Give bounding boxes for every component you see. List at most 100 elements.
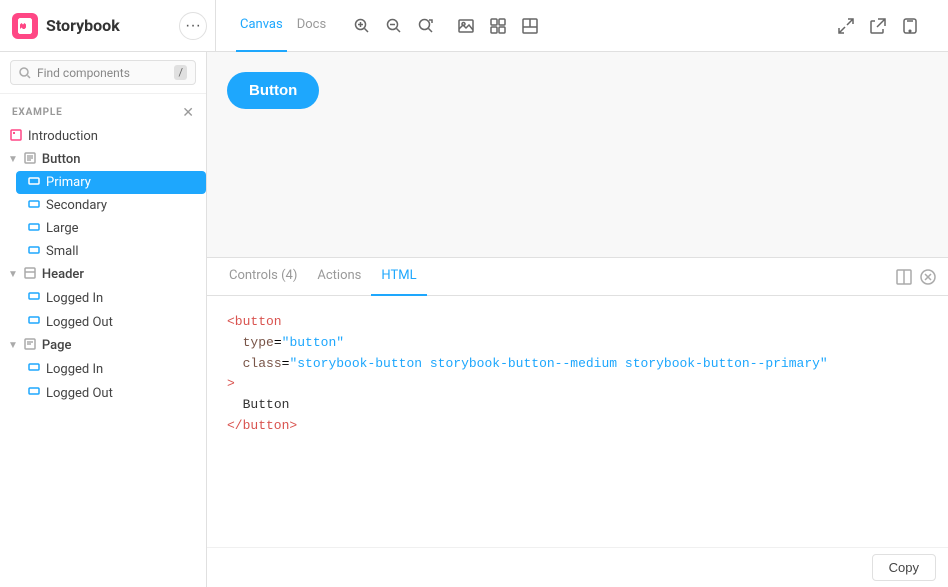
code-line-3: class="storybook-button storybook-button… bbox=[227, 354, 928, 375]
small-story-icon bbox=[28, 244, 40, 259]
sidebar-item-button-primary[interactable]: Primary bbox=[16, 171, 206, 194]
button-children: Primary Secondary Large bbox=[0, 171, 206, 263]
secondary-story-icon bbox=[28, 198, 40, 213]
main-layout: Find components / EXAMPLE ✕ Introduction… bbox=[0, 52, 948, 587]
preview-button[interactable]: Button bbox=[227, 72, 319, 109]
header-group-chevron: ▼ bbox=[8, 269, 18, 280]
logo-area: Storybook ··· bbox=[12, 12, 207, 40]
sidebar-tree: Introduction ▼ Button Primary bbox=[0, 125, 206, 587]
toolbar-right bbox=[832, 12, 924, 40]
large-label: Large bbox=[46, 221, 79, 236]
tab-docs[interactable]: Docs bbox=[293, 0, 330, 52]
page-logged-out-label: Logged Out bbox=[46, 386, 113, 401]
page-logged-out-icon bbox=[28, 385, 40, 401]
code-line-1: <button bbox=[227, 312, 928, 333]
search-bar: Find components / bbox=[0, 52, 206, 94]
app-title: Storybook bbox=[46, 16, 120, 35]
search-icon bbox=[19, 67, 31, 79]
button-group-chevron: ▼ bbox=[8, 154, 18, 165]
introduction-icon bbox=[10, 129, 22, 144]
sidebar-item-button-small[interactable]: Small bbox=[16, 240, 206, 263]
section-close-button[interactable]: ✕ bbox=[182, 104, 194, 121]
code-line-5: Button bbox=[227, 395, 928, 416]
expand-icon[interactable] bbox=[832, 12, 860, 40]
tab-actions[interactable]: Actions bbox=[307, 258, 371, 296]
page-group-chevron: ▼ bbox=[8, 340, 18, 351]
page-logged-in-label: Logged In bbox=[46, 362, 103, 377]
content-area: Button Controls (4) Actions HTML bbox=[207, 52, 948, 587]
more-button[interactable]: ··· bbox=[179, 12, 207, 40]
code-attr-type: type bbox=[243, 335, 274, 350]
header-group-icon bbox=[24, 267, 36, 282]
small-label: Small bbox=[46, 244, 79, 259]
panel-view-icon[interactable] bbox=[516, 12, 544, 40]
sidebar-divider bbox=[215, 0, 216, 52]
zoom-out-icon[interactable] bbox=[380, 12, 408, 40]
code-attr-class: class bbox=[243, 356, 282, 371]
code-val-type: "button" bbox=[282, 335, 344, 350]
sidebar-item-header-logged-in[interactable]: Logged In bbox=[16, 286, 206, 310]
header-logged-in-icon bbox=[28, 290, 40, 306]
search-slash: / bbox=[174, 65, 187, 80]
search-placeholder: Find components bbox=[37, 66, 130, 80]
button-group-label: Button bbox=[42, 152, 81, 167]
secondary-label: Secondary bbox=[46, 198, 107, 213]
image-view-icon[interactable] bbox=[452, 12, 480, 40]
grid-view-icon[interactable] bbox=[484, 12, 512, 40]
panel-split-icon[interactable] bbox=[896, 269, 912, 285]
page-logged-in-icon bbox=[28, 361, 40, 377]
page-group-icon bbox=[24, 338, 36, 353]
header-children: Logged In Logged Out bbox=[0, 286, 206, 334]
sidebar-item-header-group[interactable]: ▼ Header bbox=[0, 263, 206, 286]
tab-html[interactable]: HTML bbox=[371, 258, 426, 296]
zoom-in-icon[interactable] bbox=[348, 12, 376, 40]
sidebar-item-header-logged-out[interactable]: Logged Out bbox=[16, 310, 206, 334]
logo-icon bbox=[12, 13, 38, 39]
page-group-label: Page bbox=[42, 338, 72, 353]
code-tag-close: </button> bbox=[227, 418, 297, 433]
sidebar-item-introduction[interactable]: Introduction bbox=[0, 125, 206, 148]
large-story-icon bbox=[28, 221, 40, 236]
sidebar-item-page-logged-in[interactable]: Logged In bbox=[16, 357, 206, 381]
sidebar-item-button-large[interactable]: Large bbox=[16, 217, 206, 240]
code-line-6: </button> bbox=[227, 416, 928, 437]
primary-label: Primary bbox=[46, 175, 91, 190]
code-line-2: type="button" bbox=[227, 333, 928, 354]
section-label: EXAMPLE bbox=[12, 107, 63, 118]
top-bar: Storybook ··· Canvas Docs bbox=[0, 0, 948, 52]
code-val-class: "storybook-button storybook-button--medi… bbox=[289, 356, 827, 371]
page-children: Logged In Logged Out bbox=[0, 357, 206, 405]
sidebar-item-page-group[interactable]: ▼ Page bbox=[0, 334, 206, 357]
sidebar-section: EXAMPLE ✕ bbox=[0, 94, 206, 125]
sidebar-item-page-logged-out[interactable]: Logged Out bbox=[16, 381, 206, 405]
sidebar: Find components / EXAMPLE ✕ Introduction… bbox=[0, 52, 207, 587]
copy-button[interactable]: Copy bbox=[872, 554, 936, 581]
sidebar-item-button-secondary[interactable]: Secondary bbox=[16, 194, 206, 217]
bottom-panel: Controls (4) Actions HTML bbox=[207, 257, 948, 587]
search-input-wrapper[interactable]: Find components / bbox=[10, 60, 196, 85]
code-tag-open: <button bbox=[227, 314, 282, 329]
canvas-preview: Button bbox=[207, 52, 948, 257]
code-area: <button type="button" class="storybook-b… bbox=[207, 296, 948, 547]
code-line-4: > bbox=[227, 374, 928, 395]
panel-tabs: Controls (4) Actions HTML bbox=[207, 258, 948, 296]
mobile-view-icon[interactable] bbox=[896, 12, 924, 40]
sidebar-item-button-group[interactable]: ▼ Button bbox=[0, 148, 206, 171]
primary-story-icon bbox=[28, 175, 40, 190]
introduction-label: Introduction bbox=[28, 129, 98, 144]
button-group-icon bbox=[24, 152, 36, 167]
panel-tab-right bbox=[896, 269, 936, 285]
toolbar-icons bbox=[348, 12, 544, 40]
header-group-label: Header bbox=[42, 267, 84, 282]
header-logged-out-label: Logged Out bbox=[46, 315, 113, 330]
reset-zoom-icon[interactable] bbox=[412, 12, 440, 40]
code-gt: > bbox=[227, 376, 235, 391]
copy-button-area: Copy bbox=[207, 547, 948, 587]
canvas-toolbar: Canvas Docs bbox=[224, 0, 936, 52]
header-logged-in-label: Logged In bbox=[46, 291, 103, 306]
tab-canvas[interactable]: Canvas bbox=[236, 0, 287, 52]
panel-close-icon[interactable] bbox=[920, 269, 936, 285]
code-text-button: Button bbox=[243, 397, 290, 412]
tab-controls[interactable]: Controls (4) bbox=[219, 258, 307, 296]
share-icon[interactable] bbox=[864, 12, 892, 40]
